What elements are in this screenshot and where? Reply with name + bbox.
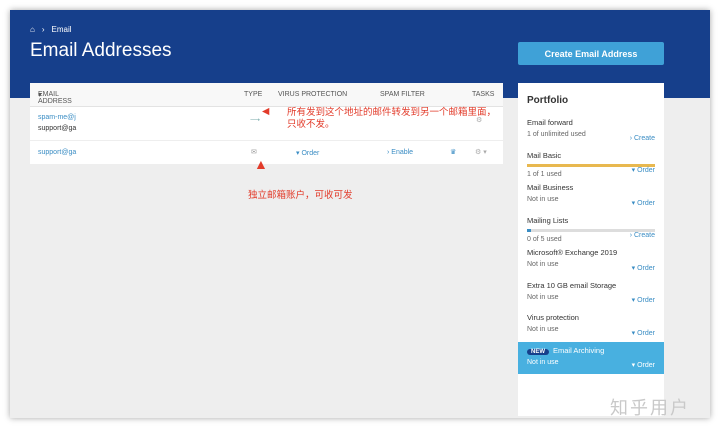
item-action-link[interactable]: › Create [630,135,655,142]
item-action-link[interactable]: › Create [630,232,655,239]
arrow-annotation-icon: ◀ [262,106,269,118]
forward-annotation: 所有发到这个地址的邮件转发到另一个邮箱里面，只收不发。 [287,107,502,131]
create-email-address-button[interactable]: Create Email Address [518,42,664,65]
virus-order-link[interactable]: ▾ Order [296,149,319,157]
email-link[interactable]: spam-me@j [38,114,76,121]
home-icon[interactable]: ⌂ [30,25,35,34]
header-tasks: TASKS [472,91,494,98]
spam-enable-link[interactable]: › Enable [387,149,413,156]
breadcrumb-email[interactable]: Email [52,25,72,34]
forward-arrow-icon: ⟶ [250,116,260,124]
chevron-right-icon: › [42,25,45,34]
arrow-up-annotation-icon: ▲ [254,158,268,170]
portfolio-item: Extra 10 GB email StorageNot in use▾ Ord… [518,277,664,310]
gear-dropdown-icon[interactable]: ⚙ ▾ [475,148,487,156]
portfolio-item: Virus protectionNot in use▾ Order [518,309,664,342]
item-action-link[interactable]: ▾ Order [632,296,655,304]
item-name: Virus protection [527,309,655,322]
email-link[interactable]: support@ga [38,149,76,156]
portfolio-item: Mail BusinessNot in use▾ Order [518,179,664,212]
forward-target: support@ga [38,125,76,132]
item-action-link[interactable]: ▾ Order [632,199,655,207]
page-title: Email Addresses [30,40,172,62]
header-email-address[interactable]: EMAIL ADDRESS ▾ [38,91,42,99]
portfolio-panel: Portfolio Email forward1 of unlimited us… [518,83,664,416]
header-virus-protection: VIRUS PROTECTION [278,91,347,98]
mailbox-annotation: 独立邮箱账户，可收可发 [248,190,353,202]
breadcrumb: ⌂ › Email [30,25,72,34]
header-spam-filter: SPAM FILTER [380,91,425,98]
item-action-link[interactable]: ▾ Order [632,264,655,272]
item-action-link[interactable]: ▾ Order [632,329,655,337]
portfolio-item: Mail Basic1 of 1 used▾ Order [518,147,664,180]
watermark: 知乎用户 [610,394,690,420]
mailbox-icon: ✉ [251,148,257,156]
item-name: NEWEmail Archiving [527,342,655,355]
item-name: Mail Business [527,179,655,192]
new-badge: NEW [527,349,549,355]
item-name: Extra 10 GB email Storage [527,277,655,290]
item-name: Mailing Lists [527,212,655,225]
item-name: Microsoft® Exchange 2019 [527,244,655,257]
header-type: TYPE [244,91,262,98]
crown-icon: ♛ [450,148,456,156]
item-action-link[interactable]: ▾ Order [632,166,655,174]
table-header: EMAIL ADDRESS ▾ TYPE VIRUS PROTECTION SP… [30,83,503,107]
portfolio-title: Portfolio [518,83,664,114]
portfolio-item: NEWEmail ArchivingNot in use▾ Order [518,342,664,375]
item-name: Email forward [527,114,655,127]
item-action-link[interactable]: ▾ Order [632,361,655,369]
portfolio-item: Email forward1 of unlimited used› Create [518,114,664,147]
portfolio-item: Microsoft® Exchange 2019Not in use▾ Orde… [518,244,664,277]
app-window: ⌂ › Email Email Addresses Create Email Ad… [10,10,710,418]
item-name: Mail Basic [527,147,655,160]
portfolio-item: Mailing Lists0 of 5 used› Create [518,212,664,245]
